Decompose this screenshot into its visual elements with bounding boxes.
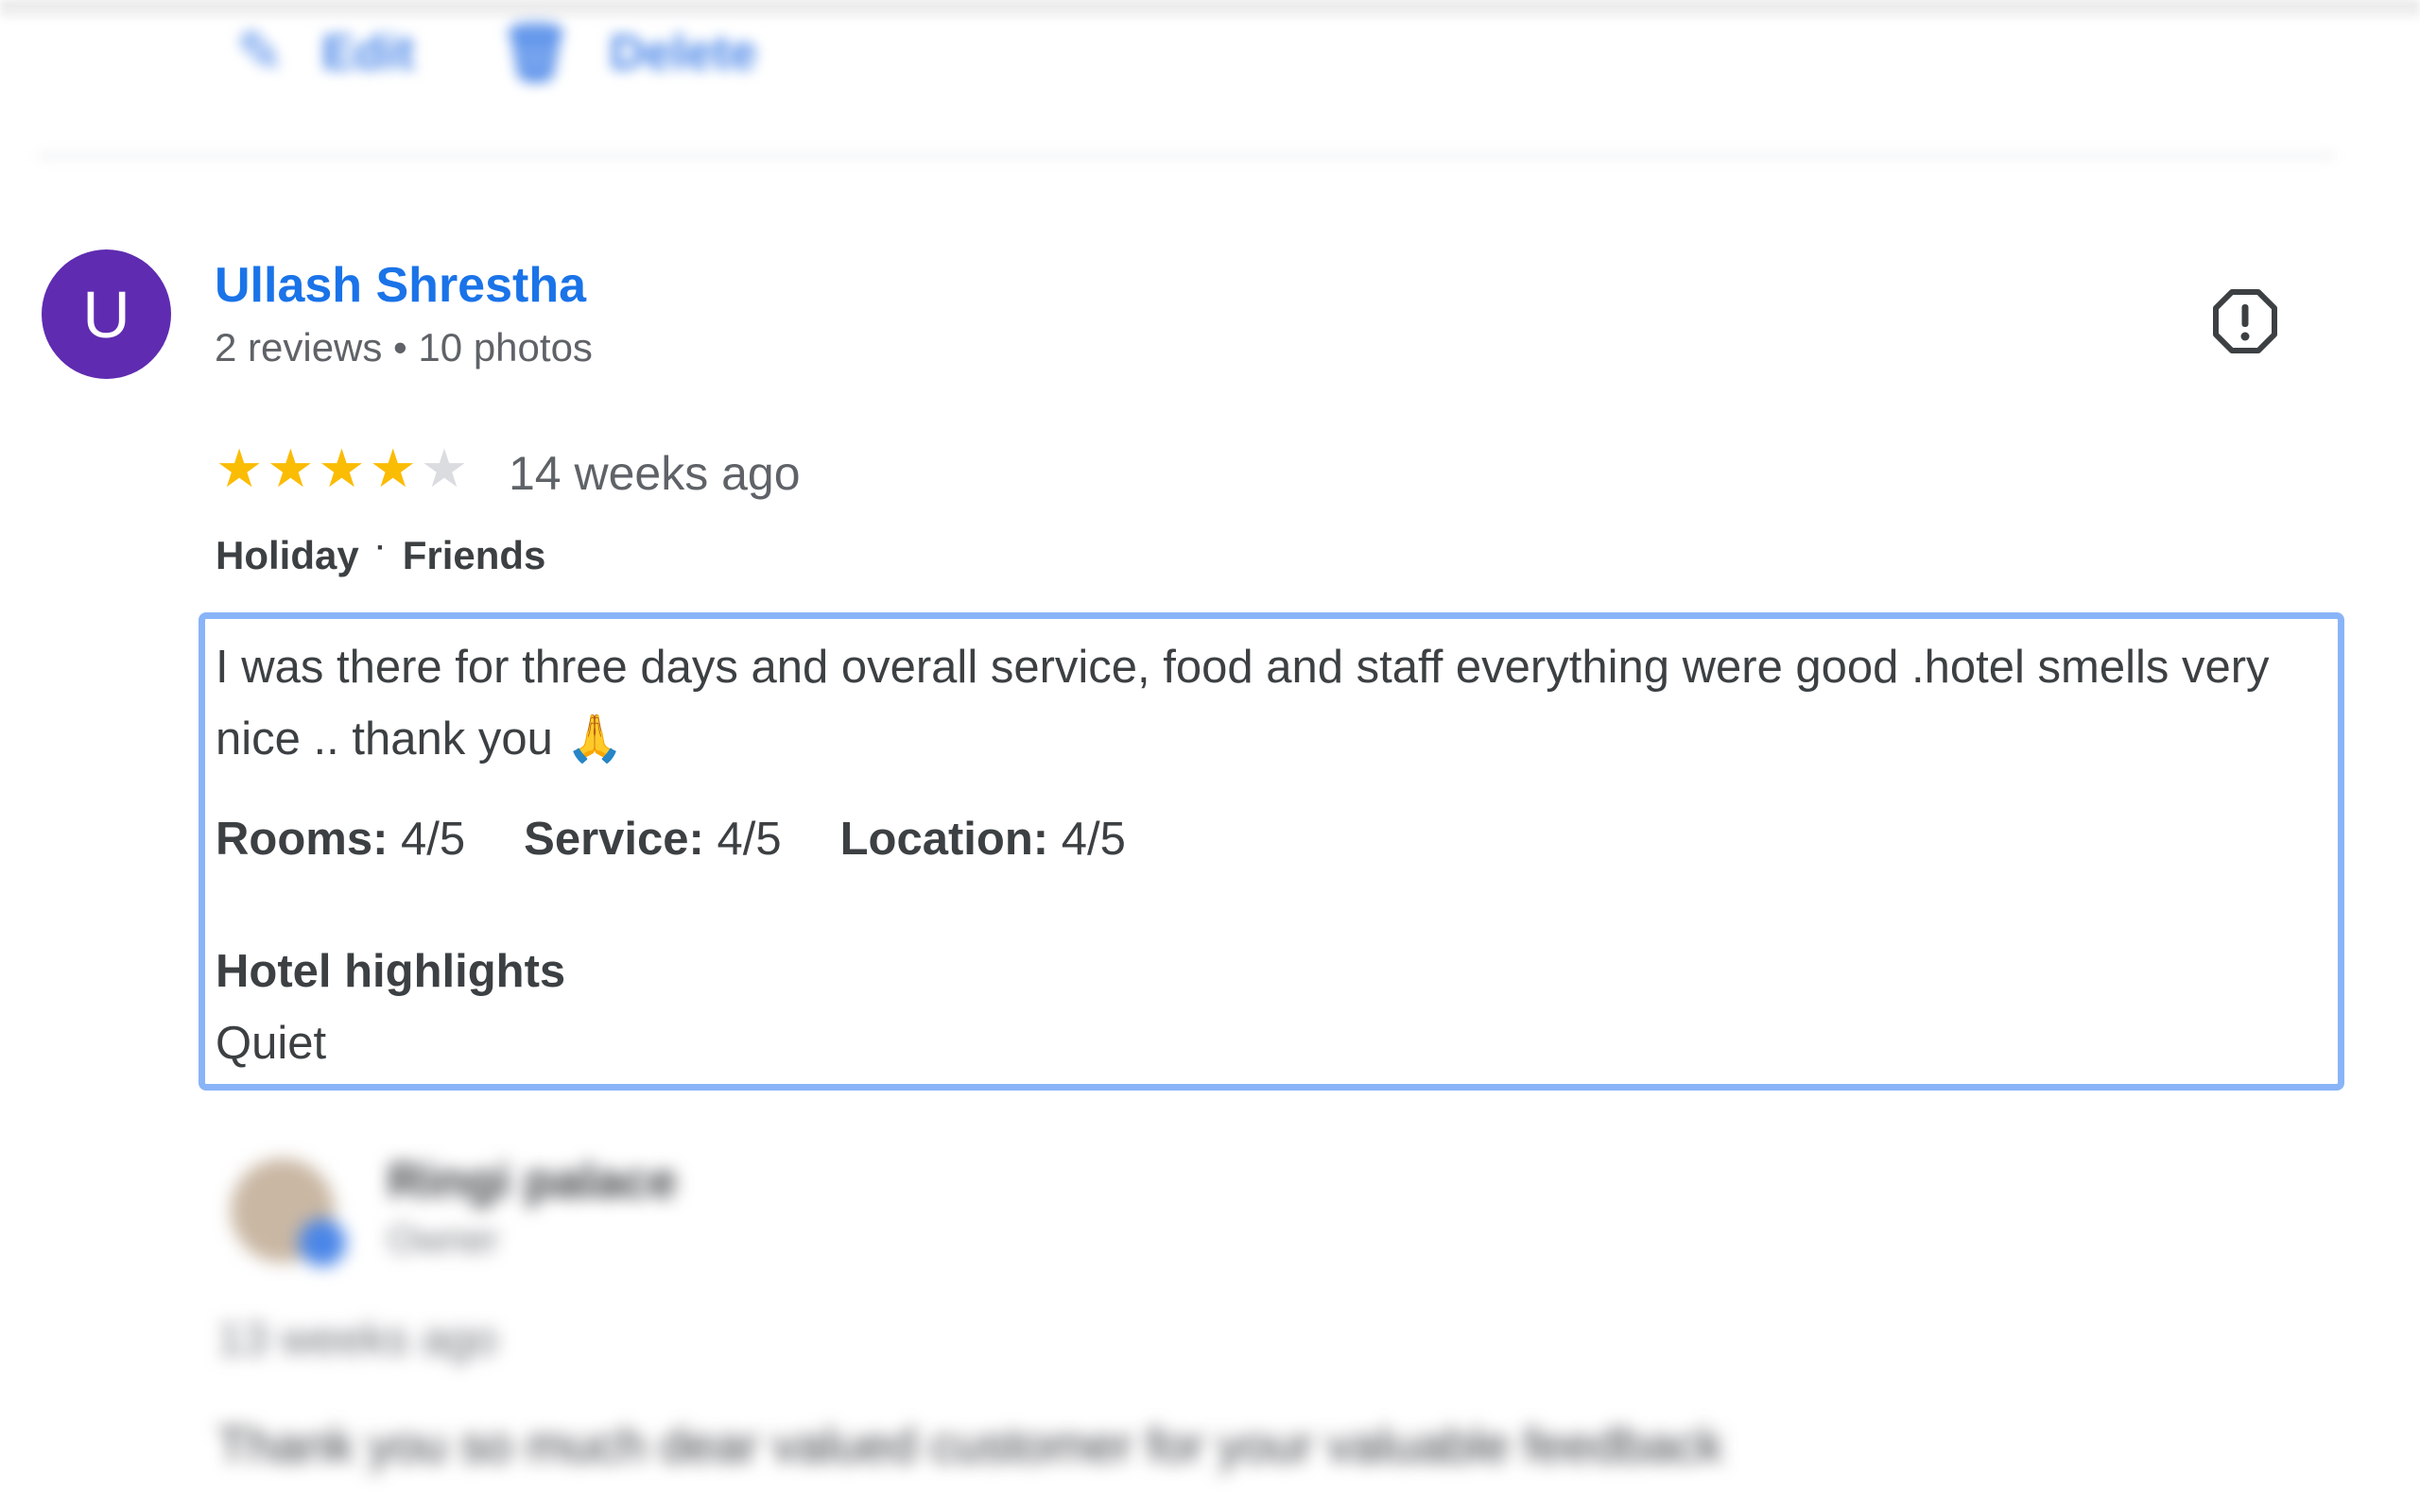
star-icon: ★ bbox=[267, 438, 315, 498]
owner-response: Ringi palace Owner 13 weeks ago Thank yo… bbox=[208, 1115, 2193, 1512]
owner-response-time: 13 weeks ago bbox=[217, 1314, 498, 1365]
delete-label: Delete bbox=[609, 25, 757, 80]
pencil-icon: ✎ bbox=[236, 20, 285, 84]
star-icon: ★ bbox=[369, 438, 417, 498]
owner-role: Owner bbox=[388, 1219, 499, 1261]
hotel-highlights-title: Hotel highlights bbox=[216, 946, 566, 997]
star-icon: ★ bbox=[420, 438, 469, 498]
sub-rating-location: Location: 4/5 bbox=[839, 814, 1126, 865]
travel-group: Friends bbox=[402, 533, 546, 577]
hotel-highlights-value: Quiet bbox=[216, 1018, 327, 1069]
star-icon: ★ bbox=[216, 438, 264, 498]
trip-tags: Holiday · Friends bbox=[216, 532, 546, 578]
report-flag-icon bbox=[2213, 289, 2277, 353]
review-page: ✎ Edit 🗑 Delete U Ullash Shrestha 2 revi… bbox=[0, 0, 2420, 1512]
sub-rating-rooms: Rooms: 4/5 bbox=[216, 814, 466, 865]
reviewer-name-link[interactable]: Ullash Shrestha bbox=[215, 257, 586, 314]
edit-button[interactable]: ✎ Edit bbox=[236, 20, 415, 86]
trip-type: Holiday bbox=[216, 533, 359, 577]
reviewer-meta: 2 reviews • 10 photos bbox=[215, 325, 593, 369]
tag-separator: · bbox=[375, 532, 386, 563]
edit-label: Edit bbox=[321, 25, 415, 80]
verified-badge-icon bbox=[299, 1219, 346, 1266]
delete-button[interactable]: 🗑 Delete bbox=[500, 19, 757, 86]
star-icon: ★ bbox=[318, 438, 366, 498]
reviewer-avatar[interactable]: U bbox=[42, 249, 171, 379]
owner-response-text: Thank you so much dear valued customer f… bbox=[217, 1418, 1723, 1473]
sub-ratings: Rooms: 4/5 Service: 4/5 Location: 4/5 bbox=[216, 813, 1126, 866]
owner-name: Ringi palace bbox=[388, 1154, 678, 1209]
avatar-letter: U bbox=[82, 277, 130, 352]
report-review-button[interactable] bbox=[2212, 288, 2278, 354]
sub-rating-service: Service: 4/5 bbox=[524, 814, 782, 865]
review-actions: ✎ Edit 🗑 Delete bbox=[236, 19, 757, 86]
section-divider bbox=[38, 153, 2335, 159]
review-time: 14 weeks ago bbox=[509, 447, 801, 500]
review-text: I was there for three days and overall s… bbox=[216, 642, 2270, 765]
top-bar bbox=[0, 0, 2420, 19]
star-rating: ★ ★ ★ ★ ★ bbox=[216, 442, 468, 495]
trash-icon: 🗑 bbox=[499, 21, 572, 84]
